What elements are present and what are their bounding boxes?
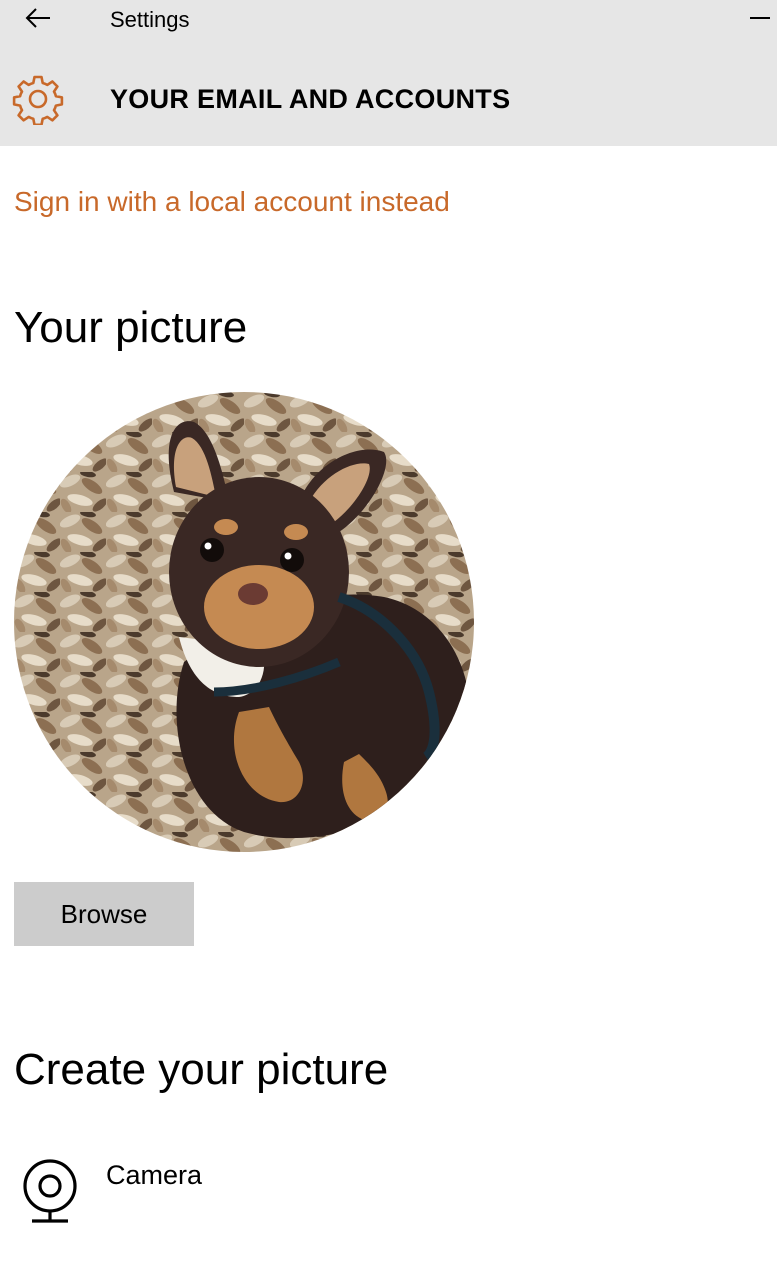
avatar — [14, 392, 474, 852]
page-title: YOUR EMAIL AND ACCOUNTS — [110, 84, 511, 114]
camera-label: Camera — [106, 1160, 203, 1190]
your-picture-heading: Your picture — [14, 303, 248, 352]
webcam-icon — [23, 1159, 77, 1223]
minimize-button[interactable] — [748, 8, 772, 28]
back-button[interactable] — [22, 4, 54, 32]
browse-button[interactable]: Browse — [14, 882, 194, 946]
local-account-link[interactable]: Sign in with a local account instead — [14, 184, 450, 220]
camera-option[interactable]: Camera — [14, 1150, 414, 1234]
window-title: Settings — [110, 7, 190, 32]
gear-icon — [12, 75, 64, 125]
create-picture-heading: Create your picture — [14, 1045, 389, 1094]
chihuahua-photo — [14, 392, 474, 852]
title-bar: Settings YOUR EMAIL AND ACCOUNTS — [0, 0, 777, 146]
back-arrow-icon — [25, 8, 50, 28]
